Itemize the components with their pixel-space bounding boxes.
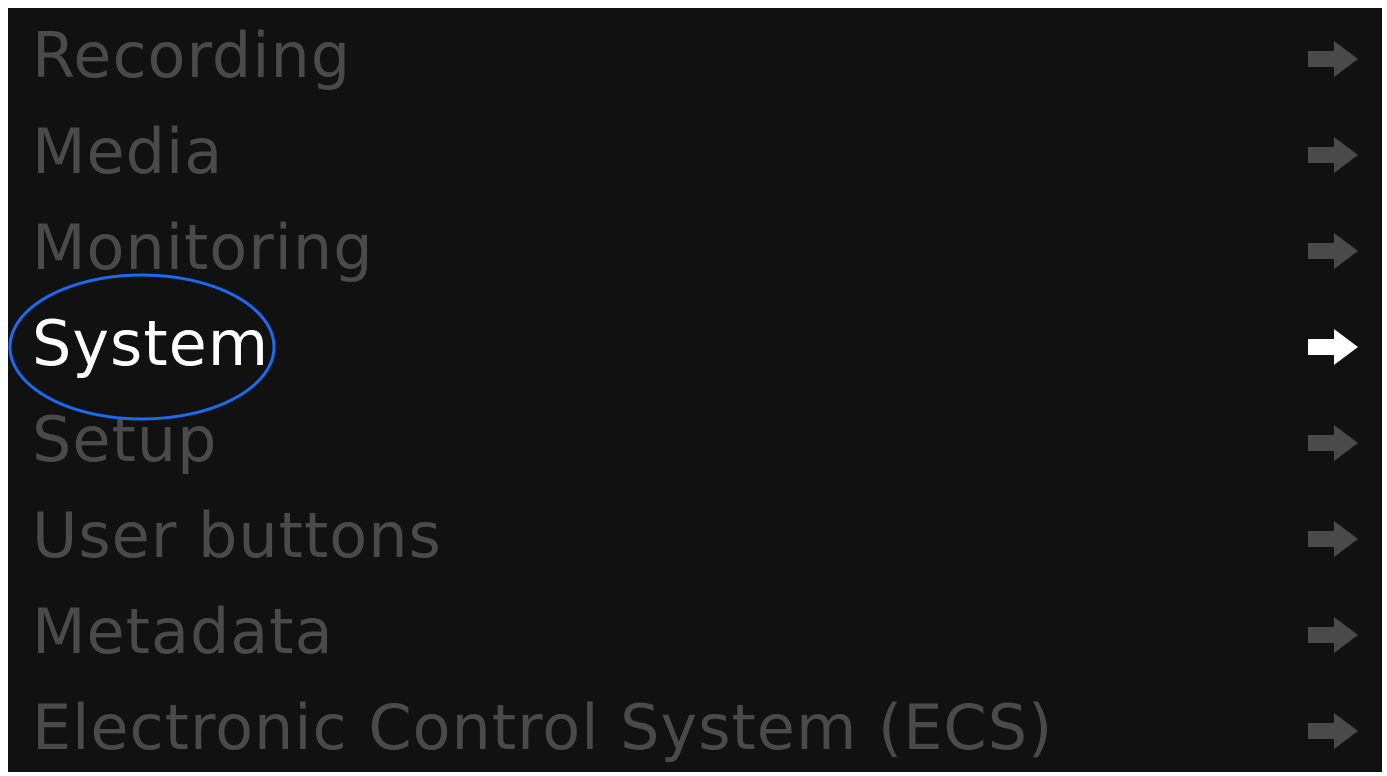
right-arrow-icon	[1308, 233, 1358, 269]
menu-item-setup[interactable]: Setup	[8, 392, 1382, 488]
right-arrow-icon	[1308, 41, 1358, 77]
right-arrow-icon	[1308, 137, 1358, 173]
menu-item-label: Setup	[32, 403, 218, 476]
menu-item-label: Electronic Control System (ECS)	[32, 691, 1054, 764]
right-arrow-icon	[1308, 329, 1358, 365]
menu-item-monitoring[interactable]: Monitoring	[8, 200, 1382, 296]
menu-item-user-buttons[interactable]: User buttons	[8, 488, 1382, 584]
menu-item-label: Monitoring	[32, 211, 374, 284]
main-menu: Recording Media Monitoring System Setup …	[8, 8, 1382, 776]
menu-item-ecs[interactable]: Electronic Control System (ECS)	[8, 680, 1382, 776]
menu-item-metadata[interactable]: Metadata	[8, 584, 1382, 680]
menu-item-recording[interactable]: Recording	[8, 8, 1382, 104]
menu-item-label: User buttons	[32, 499, 442, 572]
menu-item-media[interactable]: Media	[8, 104, 1382, 200]
right-arrow-icon	[1308, 521, 1358, 557]
menu-item-system[interactable]: System	[8, 296, 1382, 392]
menu-item-label: System	[32, 307, 270, 380]
menu-item-label: Metadata	[32, 595, 334, 668]
right-arrow-icon	[1308, 713, 1358, 749]
menu-item-label: Recording	[32, 19, 352, 92]
menu-item-label: Media	[32, 115, 224, 188]
right-arrow-icon	[1308, 425, 1358, 461]
right-arrow-icon	[1308, 617, 1358, 653]
menu-screen: Recording Media Monitoring System Setup …	[8, 8, 1382, 772]
